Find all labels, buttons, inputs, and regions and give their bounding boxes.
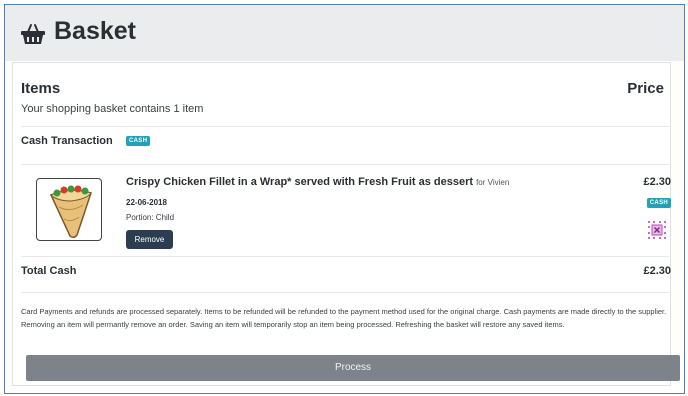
item-portion: Portion: Child (126, 213, 175, 222)
basket-icon (21, 24, 45, 44)
total-label: Total Cash (21, 265, 77, 277)
page-title: Basket (54, 17, 136, 45)
item-recipient: for Vivien (476, 178, 510, 187)
total-value: £2.30 (643, 265, 671, 277)
wrap-icon (49, 185, 92, 239)
item-price: £2.30 (643, 176, 671, 188)
process-button[interactable]: Process (26, 355, 680, 381)
remove-button[interactable]: Remove (126, 230, 173, 249)
divider (21, 292, 669, 293)
price-heading: Price (627, 80, 664, 97)
save-toggle-icon[interactable] (647, 220, 667, 240)
items-heading: Items (21, 80, 61, 97)
item-name: Crispy Chicken Fillet in a Wrap* served … (126, 176, 509, 188)
payment-note: Card Payments and refunds are processed … (21, 307, 667, 329)
item-date: 22-06-2018 (126, 198, 167, 207)
cash-badge: CASH (126, 136, 151, 146)
item-image (36, 178, 102, 241)
item-title: Crispy Chicken Fillet in a Wrap* served … (126, 176, 474, 188)
page-header: Basket (5, 5, 684, 61)
divider (21, 256, 669, 257)
basket-summary: Your shopping basket contains 1 item (21, 103, 204, 115)
divider (21, 164, 669, 165)
item-cash-badge: CASH (646, 198, 671, 208)
transaction-title: Cash Transaction (21, 135, 113, 147)
divider (21, 126, 669, 127)
